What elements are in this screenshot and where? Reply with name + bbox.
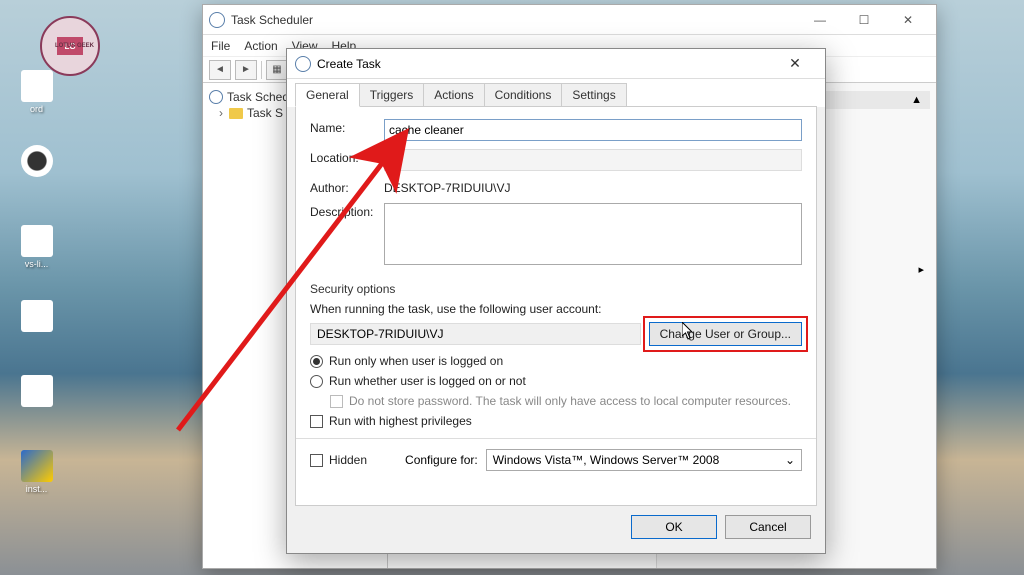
collapse-icon[interactable]: ▲ — [911, 94, 922, 106]
minimize-button[interactable]: — — [798, 6, 842, 34]
author-value: DESKTOP-7RIDUIU\VJ — [384, 179, 802, 195]
ts-titlebar[interactable]: Task Scheduler — ☐ ✕ — [203, 5, 936, 35]
tab-settings[interactable]: Settings — [561, 83, 626, 107]
ok-button[interactable]: OK — [631, 515, 717, 539]
configure-label: Configure for: — [405, 453, 478, 467]
desktop-icon[interactable]: inst... — [4, 450, 69, 494]
tab-conditions[interactable]: Conditions — [484, 83, 563, 107]
checkbox-icon — [330, 395, 343, 408]
lotus-geek-watermark: LG LOTUS GEEK — [40, 16, 100, 76]
cancel-button[interactable]: Cancel — [725, 515, 811, 539]
checkbox-no-store-password: Do not store password. The task will onl… — [330, 394, 802, 408]
ct-title: Create Task — [317, 57, 381, 71]
radio-icon — [310, 375, 323, 388]
clock-icon — [209, 90, 223, 104]
clock-icon — [209, 12, 225, 28]
close-button[interactable]: ✕ — [773, 50, 817, 78]
radio-logged-on[interactable]: Run only when user is logged on — [310, 354, 802, 368]
ct-tabstrip: General Triggers Actions Conditions Sett… — [287, 79, 825, 107]
ts-title: Task Scheduler — [231, 13, 313, 27]
checkbox-high-privileges[interactable]: Run with highest privileges — [310, 414, 802, 428]
checkbox-icon — [310, 454, 323, 467]
desktop-icon[interactable]: ord — [4, 70, 69, 114]
change-user-button[interactable]: Change User or Group... — [649, 322, 802, 346]
tab-general[interactable]: General — [295, 83, 360, 107]
clock-icon — [295, 56, 311, 72]
nav-back-button[interactable]: ◄ — [209, 60, 231, 80]
create-task-dialog: Create Task ✕ General Triggers Actions C… — [286, 48, 826, 554]
security-header: Security options — [310, 282, 802, 296]
user-account-value: DESKTOP-7RIDUIU\VJ — [310, 323, 641, 345]
desktop-icon[interactable] — [4, 375, 69, 409]
close-button[interactable]: ✕ — [886, 6, 930, 34]
name-input[interactable] — [384, 119, 802, 141]
name-label: Name: — [310, 119, 384, 135]
configure-for-select[interactable]: Windows Vista™, Windows Server™ 2008 ⌄ — [486, 449, 802, 471]
folder-icon — [229, 108, 243, 119]
watermark-label: LOTUS GEEK — [55, 43, 94, 49]
location-label: Location: — [310, 149, 384, 165]
ct-panel-general: Name: Location: \ Author: DESKTOP-7RIDUI… — [295, 106, 817, 506]
description-input[interactable] — [384, 203, 802, 265]
description-label: Description: — [310, 203, 384, 219]
desktop-icon[interactable] — [4, 300, 69, 334]
desktop-icon[interactable]: vs-li... — [4, 225, 69, 269]
desktop-icon[interactable] — [4, 145, 69, 179]
tab-actions[interactable]: Actions — [423, 83, 484, 107]
tab-triggers[interactable]: Triggers — [359, 83, 425, 107]
security-text: When running the task, use the following… — [310, 302, 802, 316]
checkbox-hidden[interactable]: Hidden — [310, 453, 367, 467]
chevron-right-icon: › — [219, 106, 223, 120]
menu-file[interactable]: File — [211, 39, 230, 53]
menu-action[interactable]: Action — [244, 39, 277, 53]
maximize-button[interactable]: ☐ — [842, 6, 886, 34]
chevron-down-icon: ⌄ — [785, 453, 795, 467]
radio-icon — [310, 355, 323, 368]
nav-forward-button[interactable]: ► — [235, 60, 257, 80]
toolbar-button[interactable]: ▦ — [266, 60, 288, 80]
checkbox-icon — [310, 415, 323, 428]
author-label: Author: — [310, 179, 384, 195]
location-value: \ — [384, 149, 802, 171]
ct-titlebar[interactable]: Create Task ✕ — [287, 49, 825, 79]
divider — [296, 438, 816, 439]
radio-regardless[interactable]: Run whether user is logged on or not — [310, 374, 802, 388]
